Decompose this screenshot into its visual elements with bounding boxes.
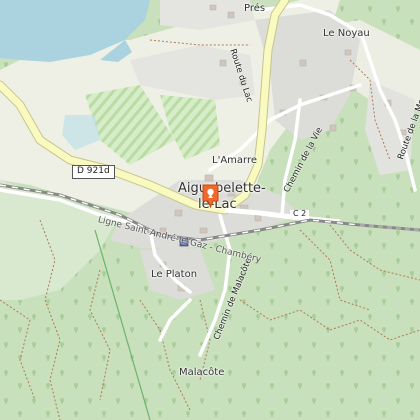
place-le-noyau: Le Noyau bbox=[323, 28, 370, 39]
road-shield-d921d: D 921d bbox=[72, 165, 115, 179]
place-aiguebelette-line1: Aiguebelette- bbox=[178, 181, 266, 196]
place-pres: Prés bbox=[244, 3, 266, 14]
place-le-platon: Le Platon bbox=[151, 269, 198, 280]
place-malacote: Malacôte bbox=[179, 367, 225, 378]
map-pin-icon[interactable] bbox=[202, 184, 219, 208]
place-lamarre: L'Amarre bbox=[212, 155, 258, 166]
map-view[interactable]: Prés Le Noyau L'Amarre Aiguebelette- le-… bbox=[0, 0, 420, 420]
road-shield-c2: C 2 bbox=[290, 209, 310, 219]
